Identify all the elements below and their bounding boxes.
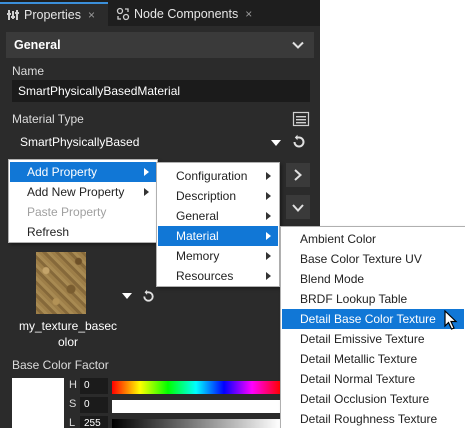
menu-item-label: Blend Mode — [300, 272, 365, 286]
lightness-label: L — [69, 417, 76, 428]
context-menu: Add Property Add New Property Paste Prop… — [8, 159, 158, 243]
menu-item-label: Detail Normal Texture — [300, 372, 416, 386]
name-label: Name — [12, 64, 45, 78]
tab-properties-label: Properties — [24, 8, 81, 22]
menu-item-label: Description — [176, 189, 237, 203]
saturation-label: S — [69, 398, 77, 410]
property-item[interactable]: Base Color Texture UV — [282, 249, 464, 269]
menu-item-label: Add New Property — [27, 185, 125, 199]
property-submenu: Ambient Color Base Color Texture UV Blen… — [280, 226, 465, 428]
texture-name-line2: olor — [57, 335, 78, 349]
saturation-slider[interactable] — [112, 400, 280, 413]
submenu-arrow-icon — [144, 168, 149, 176]
menu-item-label: Detail Base Color Texture — [300, 312, 436, 326]
property-item[interactable]: Detail Emissive Texture — [282, 329, 464, 349]
menu-item-add-new-property[interactable]: Add New Property — [10, 182, 156, 202]
texture-thumbnail[interactable] — [36, 252, 86, 314]
base-color-factor-label: Base Color Factor — [12, 358, 109, 372]
texture-reset-icon[interactable] — [141, 289, 156, 304]
submenu-item-description[interactable]: Description — [158, 186, 278, 206]
menu-item-label: Detail Roughness Texture — [300, 412, 438, 426]
submenu-item-resources[interactable]: Resources — [158, 266, 278, 286]
name-field[interactable]: SmartPhysicallyBasedMaterial — [12, 80, 310, 102]
menu-item-paste-property: Paste Property — [10, 202, 156, 222]
menu-item-label: Base Color Texture UV — [300, 252, 422, 266]
node-components-icon — [116, 7, 130, 21]
menu-item-label: Configuration — [176, 169, 248, 183]
chevron-right-icon — [294, 169, 302, 181]
property-item[interactable]: Blend Mode — [282, 269, 464, 289]
saturation-field[interactable]: 0 — [80, 397, 108, 413]
submenu-arrow-icon — [266, 232, 271, 240]
texture-name-line1: my_texture_basec — [18, 319, 118, 333]
reset-icon[interactable] — [291, 134, 307, 150]
tab-node-components-label: Node Components — [134, 7, 239, 21]
menu-item-label: Refresh — [27, 225, 70, 239]
tab-properties[interactable]: Properties × — [0, 2, 108, 26]
material-type-label: Material Type — [12, 112, 84, 126]
submenu-arrow-icon — [266, 172, 271, 180]
submenu-arrow-icon — [266, 272, 271, 280]
menu-item-label: Resources — [176, 269, 234, 283]
properties-icon — [6, 8, 20, 22]
list-icon[interactable] — [292, 110, 310, 128]
menu-item-refresh[interactable]: Refresh — [10, 222, 156, 242]
lightness-slider[interactable] — [112, 419, 280, 428]
submenu-item-memory[interactable]: Memory — [158, 246, 278, 266]
dropdown-arrow-icon[interactable] — [271, 139, 281, 147]
submenu-item-general[interactable]: General — [158, 206, 278, 226]
property-item[interactable]: Detail Metallic Texture — [282, 349, 464, 369]
chevron-down-icon — [292, 204, 304, 212]
submenu-arrow-icon — [266, 192, 271, 200]
general-section-header[interactable]: General — [6, 32, 314, 58]
property-item[interactable]: Detail Roughness Texture — [282, 409, 464, 428]
texture-name: my_texture_basec olor — [18, 318, 118, 350]
property-item-detail-base-color-texture[interactable]: Detail Base Color Texture — [282, 309, 464, 329]
category-submenu: Configuration Description General Materi… — [156, 162, 280, 287]
property-item[interactable]: BRDF Lookup Table — [282, 289, 464, 309]
menu-item-label: Detail Metallic Texture — [300, 352, 418, 366]
property-item[interactable]: Detail Normal Texture — [282, 369, 464, 389]
texture-dropdown-arrow-icon[interactable] — [122, 292, 132, 300]
section-title: General — [14, 38, 61, 52]
hue-slider[interactable] — [112, 381, 280, 394]
submenu-item-material[interactable]: Material — [158, 226, 278, 246]
menu-item-add-property[interactable]: Add Property — [10, 162, 156, 182]
material-type-value: SmartPhysicallyBased — [20, 135, 140, 149]
menu-item-label: General — [176, 209, 219, 223]
submenu-arrow-icon — [266, 252, 271, 260]
menu-item-label: BRDF Lookup Table — [300, 292, 408, 306]
menu-item-label: Ambient Color — [300, 232, 377, 246]
property-item[interactable]: Detail Occlusion Texture — [282, 389, 464, 409]
submenu-item-configuration[interactable]: Configuration — [158, 166, 278, 186]
chevron-down-icon[interactable] — [292, 39, 304, 51]
material-type-dropdown[interactable]: SmartPhysicallyBased — [12, 131, 282, 153]
hue-label: H — [69, 379, 77, 391]
color-swatch[interactable] — [12, 378, 64, 428]
menu-item-label: Detail Emissive Texture — [300, 332, 425, 346]
collapse-button[interactable] — [286, 195, 310, 219]
submenu-arrow-icon — [144, 188, 149, 196]
tab-node-components-close-icon[interactable]: × — [245, 7, 252, 21]
menu-item-label: Paste Property — [27, 205, 107, 219]
mouse-cursor-icon — [444, 310, 458, 330]
menu-item-label: Add Property — [27, 165, 98, 179]
tab-properties-close-icon[interactable]: × — [88, 8, 95, 22]
hue-field[interactable]: 0 — [80, 378, 108, 394]
menu-item-label: Memory — [176, 249, 220, 263]
tab-bar: Properties × Node Components × — [0, 0, 320, 26]
expand-button[interactable] — [286, 163, 310, 187]
lightness-field[interactable]: 255 — [80, 416, 108, 428]
property-item[interactable]: Ambient Color — [282, 229, 464, 249]
menu-item-label: Material — [176, 229, 219, 243]
tab-node-components[interactable]: Node Components × — [110, 2, 260, 26]
menu-item-label: Detail Occlusion Texture — [300, 392, 430, 406]
submenu-arrow-icon — [266, 212, 271, 220]
